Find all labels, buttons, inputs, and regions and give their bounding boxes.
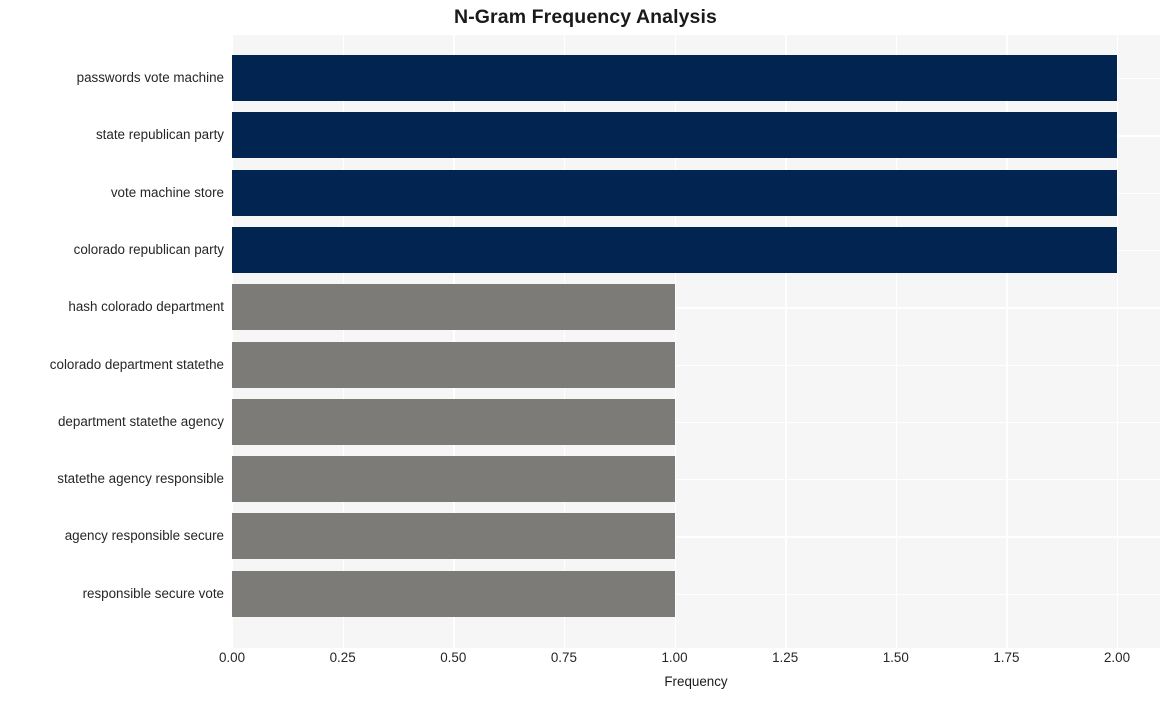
x-axis-tick-label: 0.75 bbox=[550, 650, 577, 665]
y-axis-tick-label: hash colorado department bbox=[68, 299, 224, 315]
page-title: N-Gram Frequency Analysis bbox=[454, 6, 717, 28]
x-axis-tick-label: 1.00 bbox=[661, 650, 688, 665]
bar bbox=[232, 341, 675, 388]
y-axis-tick-label: vote machine store bbox=[110, 184, 224, 200]
x-axis-tick-label: 1.50 bbox=[882, 650, 909, 665]
y-axis-tick-label: department statethe agency bbox=[57, 413, 224, 429]
bar bbox=[232, 112, 1117, 159]
bar bbox=[232, 570, 675, 617]
bar bbox=[232, 513, 675, 560]
y-axis-tick-label: responsible secure vote bbox=[82, 585, 224, 601]
y-axis-tick-label: state republican party bbox=[95, 127, 224, 143]
y-axis-tick-label: agency responsible secure bbox=[64, 528, 224, 544]
bar bbox=[232, 55, 1117, 101]
x-axis-tick-label: 0.25 bbox=[329, 650, 356, 665]
bar bbox=[232, 169, 1117, 216]
y-axis-tick-label: colorado republican party bbox=[73, 241, 224, 257]
x-axis-tick-labels: 0.00 0.25 0.50 0.75 1.00 1.25 1.50 1.75 2.00 bbox=[219, 650, 1160, 670]
y-axis-tick-label: passwords vote machine bbox=[76, 70, 224, 85]
gridline-vertical bbox=[1117, 35, 1119, 648]
y-axis-tick-labels: passwords vote machine state republican p… bbox=[0, 35, 224, 648]
bar bbox=[232, 398, 675, 445]
x-axis-title: Frequency bbox=[664, 674, 728, 689]
chart-figure: N-Gram Frequency Analysis passwords vote… bbox=[0, 0, 1171, 701]
y-axis-tick-label: colorado department statethe bbox=[49, 356, 224, 372]
plot-area bbox=[232, 35, 1160, 648]
x-axis-tick-label: 0.50 bbox=[440, 650, 467, 665]
x-axis-tick-label: 1.75 bbox=[993, 650, 1020, 665]
bar bbox=[232, 456, 675, 503]
bar bbox=[232, 226, 1117, 273]
x-axis-tick-label: 1.25 bbox=[772, 650, 799, 665]
x-axis-tick-label: 2.00 bbox=[1103, 650, 1131, 665]
x-axis-tick-label: 0.00 bbox=[218, 650, 246, 665]
y-axis-tick-label: statethe agency responsible bbox=[57, 471, 224, 487]
bar bbox=[232, 284, 675, 331]
